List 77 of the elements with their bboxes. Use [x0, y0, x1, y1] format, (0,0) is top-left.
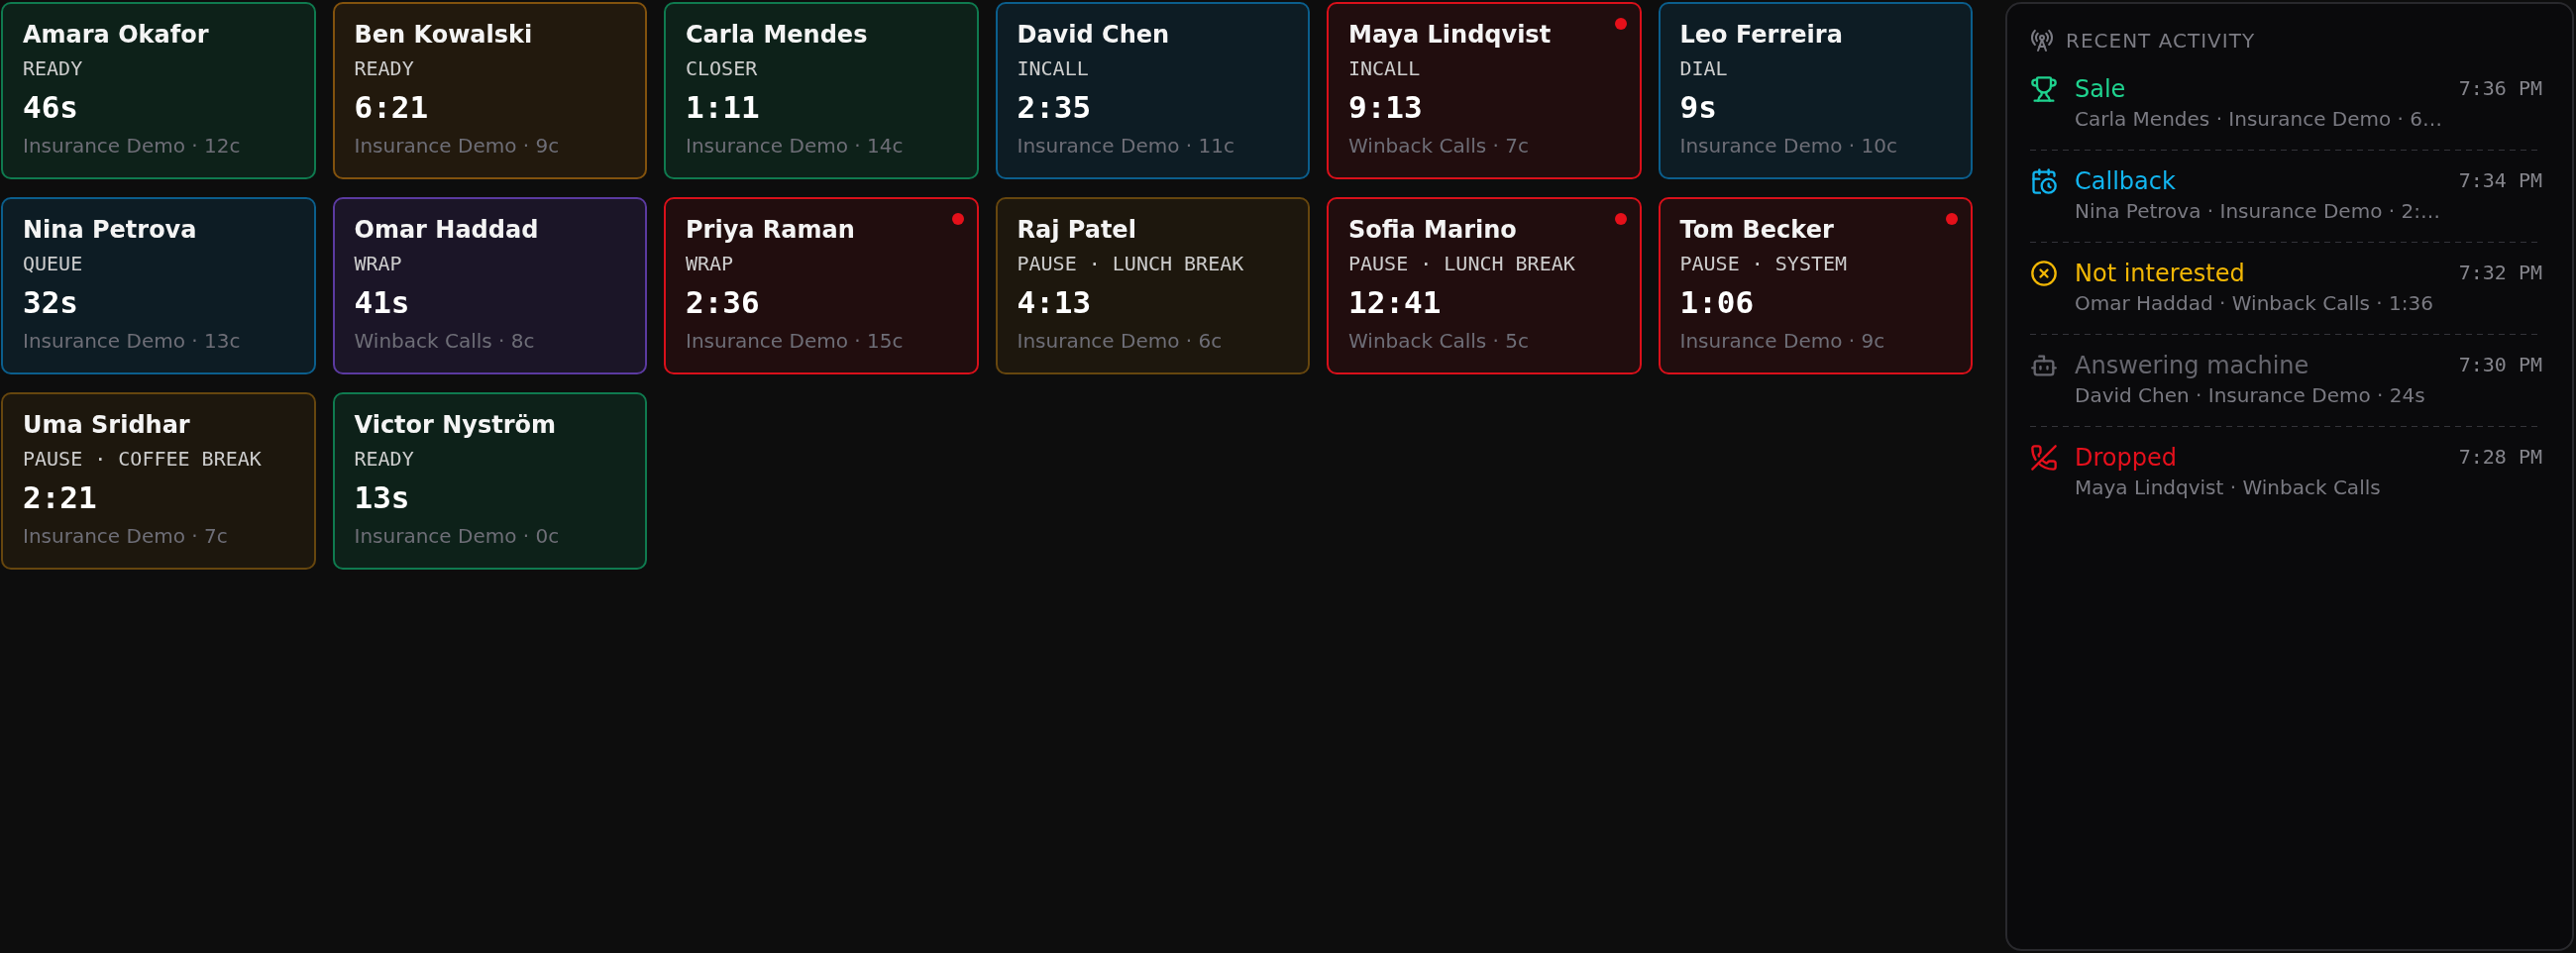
- radio-tower-icon: [2030, 29, 2054, 53]
- activity-title: Answering machine: [2075, 351, 2310, 380]
- campaign-info: Insurance Demo · 6c: [1017, 328, 1224, 354]
- agent-status: WRAP: [686, 251, 735, 276]
- activity-title: Dropped: [2075, 443, 2178, 473]
- panel-title: RECENT ACTIVITY: [2066, 28, 2256, 54]
- activity-detail: David Chen · Insurance Demo · 24s: [2075, 382, 2426, 409]
- agent-name: Uma Sridhar: [23, 410, 191, 440]
- phone-off-icon: [2030, 444, 2058, 472]
- activity-time: 7:28 PM: [2458, 444, 2542, 471]
- activity-title: Callback: [2075, 166, 2177, 196]
- status-timer: 46s: [23, 88, 79, 127]
- campaign-info: Insurance Demo · 11c: [1017, 133, 1235, 159]
- campaign-info: Insurance Demo · 9c: [1679, 328, 1886, 354]
- status-timer: 2:36: [686, 283, 761, 322]
- campaign-info: Winback Calls · 7c: [1348, 133, 1530, 159]
- activity-time: 7:32 PM: [2458, 260, 2542, 286]
- agent-name: Priya Raman: [686, 215, 856, 245]
- agent-name: Sofia Marino: [1348, 215, 1518, 245]
- circle-x-icon: [2030, 260, 2058, 287]
- agent-status: INCALL: [1348, 55, 1422, 81]
- calendar-clock-icon: [2030, 167, 2058, 195]
- campaign-info: Insurance Demo · 14c: [686, 133, 905, 159]
- agent-status: READY: [23, 55, 84, 81]
- agent-name: Tom Becker: [1679, 215, 1835, 245]
- agent-name: Leo Ferreira: [1679, 20, 1844, 50]
- status-timer: 6:21: [354, 88, 430, 127]
- agent-status: WRAP: [354, 251, 403, 276]
- agent-status: READY: [354, 446, 415, 472]
- agent-name: Amara Okafor: [23, 20, 210, 50]
- status-timer: 2:35: [1017, 88, 1093, 127]
- activity-time: 7:36 PM: [2458, 75, 2542, 102]
- agent-status: DIAL: [1679, 55, 1729, 81]
- activity-detail: Carla Mendes · Insurance Demo · 6…: [2075, 106, 2442, 133]
- campaign-info: Winback Calls · 5c: [1348, 328, 1530, 354]
- agent-name: Nina Petrova: [23, 215, 198, 245]
- campaign-info: Insurance Demo · 12c: [23, 133, 242, 159]
- agent-name: Carla Mendes: [686, 20, 869, 50]
- activity-title: Not interested: [2075, 259, 2246, 288]
- status-timer: 2:21: [23, 478, 98, 517]
- activity-detail: Maya Lindqvist · Winback Calls: [2075, 475, 2382, 501]
- status-timer: 1:11: [686, 88, 761, 127]
- agent-name: Omar Haddad: [354, 215, 540, 245]
- agent-status: QUEUE: [23, 251, 84, 276]
- agent-status: PAUSE · LUNCH BREAK: [1348, 251, 1576, 276]
- campaign-info: Insurance Demo · 7c: [23, 523, 229, 549]
- activity-title: Sale: [2075, 74, 2127, 104]
- campaign-info: Winback Calls · 8c: [354, 328, 536, 354]
- status-timer: 4:13: [1017, 283, 1093, 322]
- activity-time: 7:30 PM: [2458, 352, 2542, 378]
- agent-status: PAUSE · COFFEE BREAK: [23, 446, 263, 472]
- status-timer: 41s: [354, 283, 411, 322]
- trophy-icon: [2030, 75, 2058, 103]
- agent-name: Maya Lindqvist: [1348, 20, 1553, 50]
- status-timer: 12:41: [1348, 283, 1443, 322]
- activity-detail: Omar Haddad · Winback Calls · 1:36: [2075, 290, 2434, 317]
- agent-name: Victor Nyström: [354, 410, 558, 440]
- agent-status: PAUSE · LUNCH BREAK: [1017, 251, 1245, 276]
- agent-name: David Chen: [1017, 20, 1171, 50]
- status-timer: 1:06: [1679, 283, 1756, 322]
- activity-detail: Nina Petrova · Insurance Demo · 2:…: [2075, 198, 2441, 225]
- campaign-info: Insurance Demo · 0c: [354, 523, 561, 549]
- agent-status: READY: [354, 55, 415, 81]
- agent-status: INCALL: [1017, 55, 1090, 81]
- agent-status: CLOSER: [686, 55, 759, 81]
- status-timer: 9:13: [1348, 88, 1424, 127]
- status-timer: 9s: [1679, 88, 1718, 127]
- agent-name: Raj Patel: [1017, 215, 1137, 245]
- campaign-info: Insurance Demo · 15c: [686, 328, 905, 354]
- campaign-info: Insurance Demo · 13c: [23, 328, 242, 354]
- activity-time: 7:34 PM: [2458, 167, 2542, 194]
- campaign-info: Insurance Demo · 9c: [354, 133, 561, 159]
- agent-name: Ben Kowalski: [354, 20, 534, 50]
- status-timer: 32s: [23, 283, 79, 322]
- status-timer: 13s: [354, 478, 411, 517]
- agent-status: PAUSE · SYSTEM: [1679, 251, 1849, 276]
- campaign-info: Insurance Demo · 10c: [1679, 133, 1898, 159]
